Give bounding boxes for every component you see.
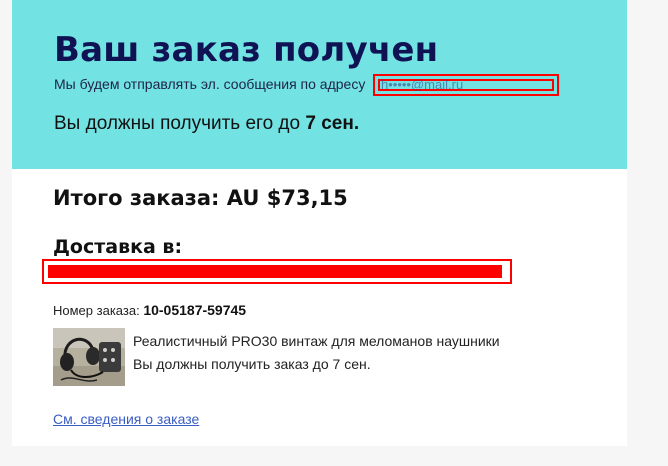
address-redaction-box [42,259,512,284]
headphones-image [53,328,125,386]
order-total-label: Итого заказа: [53,186,220,210]
shipping-label: Доставка в: [53,236,183,258]
delivery-date: 7 сен. [305,113,360,134]
headphones-photo-icon[interactable] [53,328,125,386]
confirmation-banner: Ваш заказ получен Мы будем отправлять эл… [12,0,627,169]
email-redaction-box: h•••••@mail.ru [373,74,559,96]
item-title[interactable]: Реалистичный PRO30 винтаж для меломанов … [133,333,500,349]
page-title: Ваш заказ получен [54,30,439,70]
order-number-value: 10-05187-59745 [143,302,247,318]
delivery-estimate-text: Вы должны получить его до [54,113,301,134]
item-delivery-estimate: Вы должны получить заказ до 7 сен. [133,356,371,372]
address-redaction-fill [48,265,502,278]
order-number: Номер заказа: 10-05187-59745 [53,302,246,318]
order-details-link[interactable]: См. сведения о заказе [53,411,199,427]
order-total: Итого заказа: AU $73,15 [53,186,348,210]
order-confirmation-card: Ваш заказ получен Мы будем отправлять эл… [12,0,627,446]
email-address: h•••••@mail.ru [381,77,464,92]
email-notice-text: Мы будем отправлять эл. сообщения по адр… [54,76,366,92]
order-number-label: Номер заказа: [53,303,140,318]
email-notice: Мы будем отправлять эл. сообщения по адр… [54,76,365,92]
order-total-value: AU $73,15 [226,186,348,210]
delivery-estimate: Вы должны получить его до 7 сен. [54,113,359,135]
